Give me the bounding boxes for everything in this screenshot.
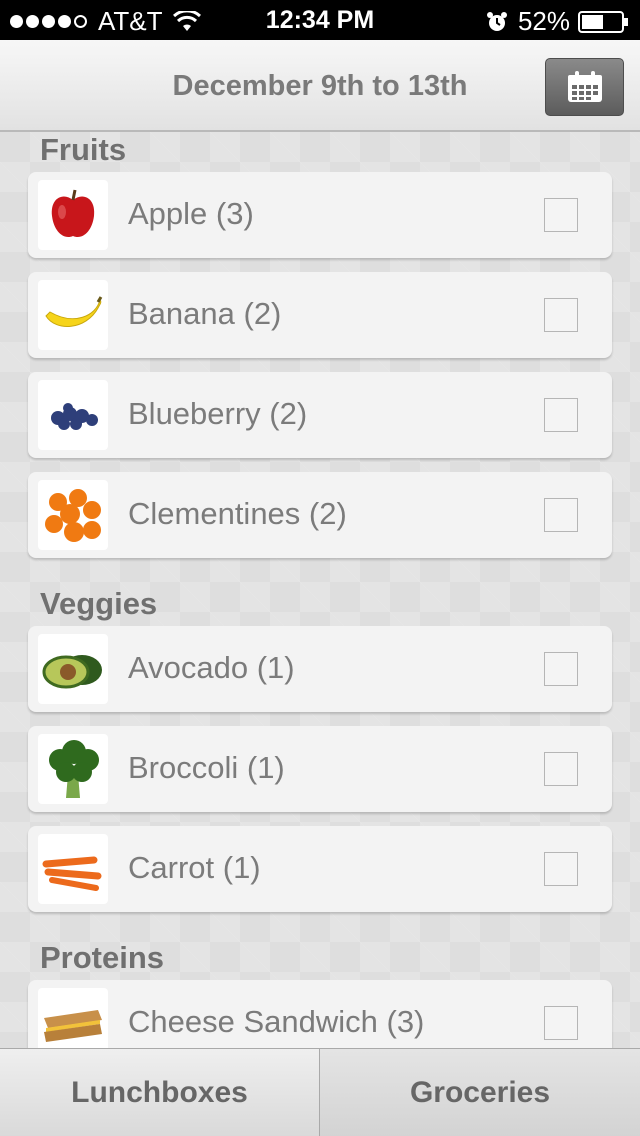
alarm-icon bbox=[486, 11, 507, 31]
list-item[interactable]: Apple (3) bbox=[28, 172, 612, 258]
list-item[interactable]: Broccoli (1) bbox=[28, 726, 612, 812]
item-checkbox[interactable] bbox=[544, 498, 578, 532]
status-right: 52% bbox=[486, 6, 630, 37]
nav-bar: December 9th to 13th bbox=[0, 40, 640, 132]
tab-bar: Lunchboxes Groceries bbox=[0, 1048, 640, 1136]
item-checkbox[interactable] bbox=[544, 652, 578, 686]
tab-lunchboxes[interactable]: Lunchboxes bbox=[0, 1049, 320, 1136]
item-label: Clementines (2) bbox=[128, 496, 347, 531]
item-label: Banana (2) bbox=[128, 296, 282, 331]
page-title: December 9th to 13th bbox=[172, 70, 468, 102]
banana-icon bbox=[38, 280, 108, 350]
cheese-sandwich-icon bbox=[38, 988, 108, 1048]
section-header-fruits: Fruits bbox=[40, 132, 127, 167]
carrot-icon bbox=[38, 834, 108, 904]
item-label: Avocado (1) bbox=[128, 650, 295, 685]
item-checkbox[interactable] bbox=[544, 752, 578, 786]
battery-percent: 52% bbox=[517, 6, 570, 36]
broccoli-icon bbox=[38, 734, 108, 804]
list-item[interactable]: Blueberry (2) bbox=[28, 372, 612, 458]
list-item[interactable]: Carrot (1) bbox=[28, 826, 612, 912]
item-checkbox[interactable] bbox=[544, 198, 578, 232]
avocado-icon bbox=[38, 634, 108, 704]
tab-groceries[interactable]: Groceries bbox=[320, 1049, 640, 1136]
item-label: Cheese Sandwich (3) bbox=[128, 1004, 425, 1039]
status-bar: AT&T 12:34 PM 52% bbox=[0, 0, 640, 40]
item-checkbox[interactable] bbox=[544, 298, 578, 332]
item-label: Broccoli (1) bbox=[128, 750, 285, 785]
calendar-button[interactable] bbox=[545, 58, 624, 116]
item-checkbox[interactable] bbox=[544, 1006, 578, 1040]
item-label: Blueberry (2) bbox=[128, 396, 308, 431]
clementines-icon bbox=[38, 480, 108, 550]
battery-icon bbox=[578, 10, 628, 33]
grocery-list[interactable]: Fruits Apple (3) Banana (2) Blueberry (2… bbox=[0, 132, 640, 1048]
blueberry-icon bbox=[38, 380, 108, 450]
item-label: Apple (3) bbox=[128, 196, 254, 231]
list-item[interactable]: Cheese Sandwich (3) bbox=[28, 980, 612, 1048]
list-item[interactable]: Clementines (2) bbox=[28, 472, 612, 558]
calendar-icon bbox=[567, 71, 602, 102]
item-checkbox[interactable] bbox=[544, 852, 578, 886]
item-label: Carrot (1) bbox=[128, 850, 261, 885]
list-item[interactable]: Banana (2) bbox=[28, 272, 612, 358]
list-item[interactable]: Avocado (1) bbox=[28, 626, 612, 712]
item-checkbox[interactable] bbox=[544, 398, 578, 432]
apple-icon bbox=[38, 180, 108, 250]
section-header-proteins: Proteins bbox=[40, 940, 165, 975]
section-header-veggies: Veggies bbox=[40, 586, 158, 621]
